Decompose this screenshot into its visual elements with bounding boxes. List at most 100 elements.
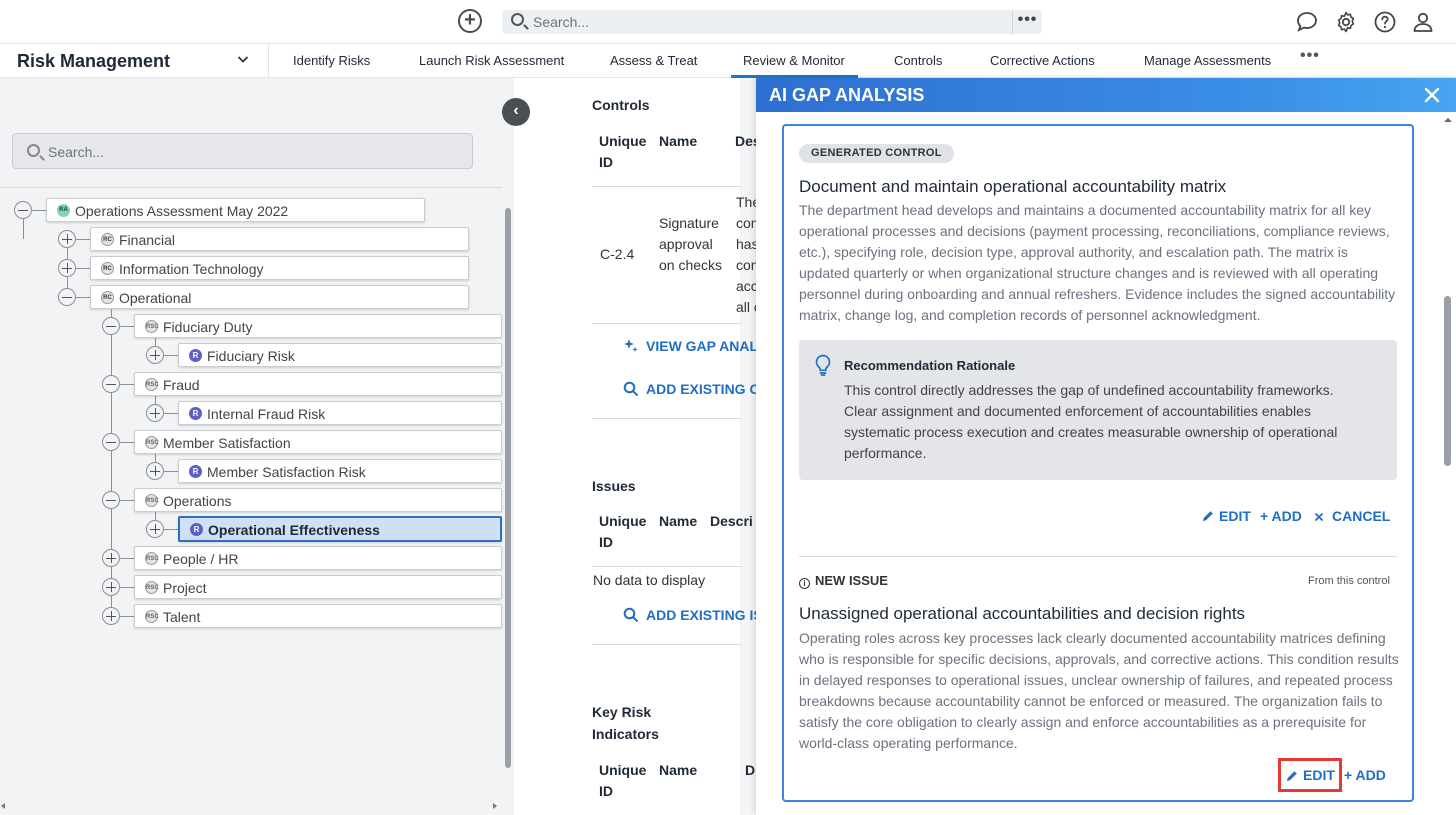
tree-connector [120, 442, 134, 443]
tree-node-operations[interactable]: RSC Operations [134, 488, 502, 512]
issue-description: Operating roles across key processes lac… [799, 630, 1399, 751]
collapse-toggle[interactable] [102, 375, 120, 393]
rationale-text: This control directly addresses the gap … [844, 382, 1338, 461]
expand-toggle[interactable] [102, 578, 120, 596]
scrollbar-thumb[interactable] [505, 208, 511, 768]
control-name[interactable]: Signature approval on checks [659, 213, 725, 276]
control-title: Document and maintain operational accoun… [799, 177, 1227, 196]
collapse-toggle[interactable] [102, 491, 120, 509]
tree-vertical-scrollbar[interactable] [502, 198, 514, 793]
help-icon[interactable] [1373, 10, 1397, 34]
tree-divider [0, 187, 502, 188]
content-gutter [740, 78, 756, 815]
tab-identify-risks[interactable]: Identify Risks [293, 53, 370, 68]
panel-scrollbar[interactable] [1442, 116, 1454, 811]
nav-more-button[interactable]: ••• [1300, 47, 1320, 65]
tree-node-operational-effectiveness[interactable]: R Operational Effectiveness [178, 516, 502, 542]
expand-toggle[interactable] [146, 462, 164, 480]
expand-toggle[interactable] [146, 404, 164, 422]
tree-node-people-hr[interactable]: RSC People / HR [134, 546, 502, 570]
tab-review-monitor[interactable]: Review & Monitor [743, 53, 845, 68]
column-header[interactable]: D [745, 760, 755, 781]
expand-toggle[interactable] [102, 607, 120, 625]
tree-search-input[interactable]: Search... [48, 144, 104, 160]
tree-node-fiduciary-duty[interactable]: RSC Fiduciary Duty [134, 314, 502, 338]
issues-section-title: Issues [592, 478, 636, 494]
tab-controls[interactable]: Controls [894, 53, 942, 68]
global-search[interactable]: Search... ••• [502, 10, 1042, 34]
column-header[interactable]: Unique ID [599, 511, 649, 553]
tree-search[interactable]: Search... [12, 133, 473, 169]
lightbulb-icon [815, 354, 831, 376]
expand-toggle[interactable] [58, 259, 76, 277]
control-cancel-button[interactable]: CANCEL [1332, 508, 1390, 524]
user-icon[interactable] [1411, 10, 1435, 34]
close-icon[interactable] [1422, 85, 1442, 105]
scroll-up-icon[interactable] [1443, 116, 1453, 124]
scrollbar-thumb[interactable] [1444, 296, 1451, 466]
gap-result-card: GENERATED CONTROL Document and maintain … [782, 124, 1414, 802]
issue-add-button[interactable]: + ADD [1344, 767, 1386, 783]
tree-node-internal-fraud-risk[interactable]: R Internal Fraud Risk [178, 401, 502, 425]
collapse-toggle[interactable] [102, 433, 120, 451]
expand-toggle[interactable] [58, 230, 76, 248]
chat-icon[interactable] [1295, 10, 1319, 34]
tree-node-fiduciary-risk[interactable]: R Fiduciary Risk [178, 343, 502, 367]
add-circle-icon[interactable]: + [458, 9, 482, 33]
expand-toggle[interactable] [102, 549, 120, 567]
tree-node-member-satisfaction[interactable]: RSC Member Satisfaction [134, 430, 502, 454]
tree-node-financial[interactable]: RC Financial [90, 227, 469, 251]
add-existing-issue-link[interactable]: ADD EXISTING IS [646, 607, 756, 623]
tree-node-root[interactable]: RA Operations Assessment May 2022 [46, 198, 425, 222]
collapse-toggle[interactable] [58, 288, 76, 306]
search-more-button[interactable]: ••• [1012, 10, 1042, 34]
expand-toggle[interactable] [146, 346, 164, 364]
tree-node-label: Talent [163, 609, 201, 625]
search-input[interactable]: Search... [533, 14, 589, 30]
search-icon [27, 144, 40, 157]
tree-node-operational[interactable]: RC Operational [90, 285, 469, 309]
pencil-icon [1203, 511, 1213, 521]
tree-horizontal-scrollbar[interactable] [0, 800, 502, 812]
tree-node-label: Project [163, 580, 207, 596]
collapse-toggle[interactable] [102, 317, 120, 335]
tree-connector [32, 210, 46, 211]
tab-assess-treat[interactable]: Assess & Treat [610, 53, 697, 68]
tree-node-project[interactable]: RSC Project [134, 575, 502, 599]
tab-manage-assessments[interactable]: Manage Assessments [1144, 53, 1271, 68]
tree-connector [76, 297, 90, 298]
control-edit-button[interactable]: EDIT [1219, 508, 1251, 524]
recommendation-rationale: Recommendation Rationale This control di… [799, 340, 1397, 480]
column-header[interactable]: Name [659, 760, 697, 781]
tree-node-fraud[interactable]: RSC Fraud [134, 372, 502, 396]
risk-badge: R [189, 349, 202, 362]
app-title[interactable]: Risk Management [17, 51, 170, 72]
gear-icon[interactable] [1334, 10, 1358, 34]
column-header[interactable]: Unique ID [599, 131, 649, 173]
category-badge: RC [101, 262, 114, 275]
column-header[interactable]: Descri [710, 511, 753, 532]
control-id[interactable]: C-2.4 [600, 244, 634, 265]
tree-node-label: Fiduciary Risk [207, 348, 295, 364]
tree-node-talent[interactable]: RSC Talent [134, 604, 502, 628]
expand-toggle[interactable] [146, 520, 164, 538]
add-existing-control-link[interactable]: ADD EXISTING C [646, 381, 756, 397]
chevron-down-icon[interactable] [237, 53, 249, 65]
risk-details: Controls Unique ID Name Des C-2.4 Signat… [530, 78, 756, 815]
column-header[interactable]: Unique ID [599, 760, 649, 802]
view-gap-analysis-link[interactable]: VIEW GAP ANAL [646, 338, 756, 354]
tab-corrective-actions[interactable]: Corrective Actions [990, 53, 1095, 68]
tab-launch-risk-assessment[interactable]: Launch Risk Assessment [419, 53, 564, 68]
tree-node-member-satisfaction-risk[interactable]: R Member Satisfaction Risk [178, 459, 502, 483]
column-header[interactable]: Des [735, 131, 756, 152]
controls-section-title: Controls [592, 97, 650, 113]
column-header[interactable]: Name [659, 511, 697, 532]
tree-node-information-technology[interactable]: RC Information Technology [90, 256, 469, 280]
control-add-button[interactable]: + ADD [1260, 508, 1302, 524]
column-header[interactable]: Name [659, 131, 697, 152]
collapse-toggle[interactable] [14, 201, 32, 219]
collapse-panel-button[interactable]: ‹ [502, 98, 530, 126]
tree-node-label: Operations [163, 493, 232, 509]
tree-node-label: Operational [119, 290, 192, 306]
nav-divider [268, 44, 269, 78]
